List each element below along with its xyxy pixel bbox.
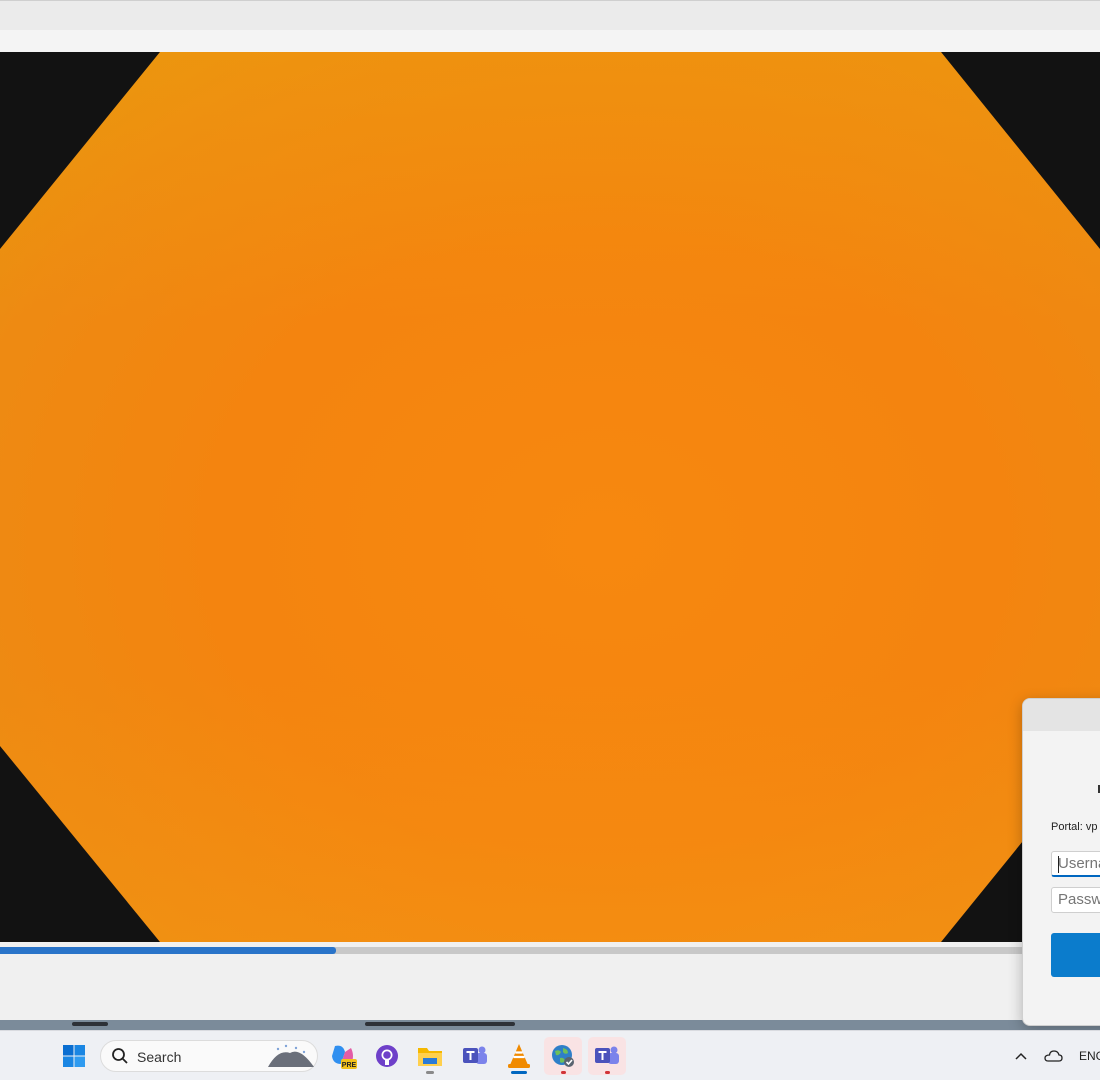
taskbar-search[interactable]: Search	[100, 1040, 318, 1072]
taskbar-copilot[interactable]: PRE	[324, 1037, 362, 1075]
dialog-titlebar[interactable]	[1023, 699, 1100, 731]
taskbar-github[interactable]	[368, 1037, 406, 1075]
window-menubar	[0, 30, 1100, 52]
running-indicator	[426, 1071, 434, 1074]
tray-onedrive[interactable]	[1040, 1037, 1066, 1075]
password-field[interactable]: Passwo	[1051, 887, 1100, 913]
username-placeholder: Userna	[1058, 855, 1100, 872]
video-area[interactable]	[0, 52, 1100, 942]
tray-overflow-button[interactable]	[1008, 1037, 1034, 1075]
vpn-globe-icon	[552, 1045, 574, 1067]
video-frame-shading	[0, 52, 1100, 942]
search-highlight-icon	[268, 1044, 314, 1067]
attention-indicator	[605, 1071, 610, 1074]
username-field[interactable]: Userna	[1051, 851, 1100, 877]
teams-icon	[463, 1046, 487, 1064]
start-button[interactable]	[55, 1037, 93, 1075]
window-titlebar	[0, 0, 1100, 30]
connect-button[interactable]	[1051, 933, 1100, 977]
desktop-shape	[365, 1022, 515, 1026]
vlc-icon	[508, 1044, 530, 1068]
taskbar-file-explorer[interactable]	[411, 1037, 449, 1075]
password-placeholder: Passwo	[1058, 891, 1100, 908]
copilot-badge: PRE	[342, 1062, 357, 1069]
text-caret	[1058, 856, 1059, 873]
seek-bar[interactable]	[0, 942, 1100, 956]
seek-progress	[0, 947, 336, 954]
teams-new-icon	[595, 1046, 619, 1064]
desktop-shape	[72, 1022, 108, 1026]
file-explorer-icon	[418, 1048, 442, 1066]
attention-indicator	[561, 1071, 566, 1074]
language-indicator[interactable]: ENG	[1079, 1049, 1100, 1063]
copilot-preview-icon: PRE	[332, 1045, 357, 1069]
taskbar-vpn-client[interactable]	[544, 1037, 582, 1075]
active-indicator	[511, 1071, 527, 1074]
cloud-icon	[1044, 1050, 1063, 1062]
search-label: Search	[137, 1049, 182, 1065]
search-icon	[112, 1048, 128, 1064]
chevron-up-icon	[1015, 1052, 1027, 1060]
player-controls	[0, 956, 1100, 1020]
portal-label: Portal: vp	[1051, 821, 1098, 833]
taskbar-teams[interactable]	[456, 1037, 494, 1075]
taskbar-teams-new[interactable]	[588, 1037, 626, 1075]
taskbar-vlc[interactable]	[500, 1037, 538, 1075]
desktop-background	[0, 1020, 1100, 1030]
start-icon	[63, 1045, 85, 1067]
vpn-login-dialog: Portal: vp Userna Passwo	[1022, 698, 1100, 1026]
github-icon	[376, 1045, 398, 1067]
taskbar: Search PRE EN	[0, 1030, 1100, 1080]
